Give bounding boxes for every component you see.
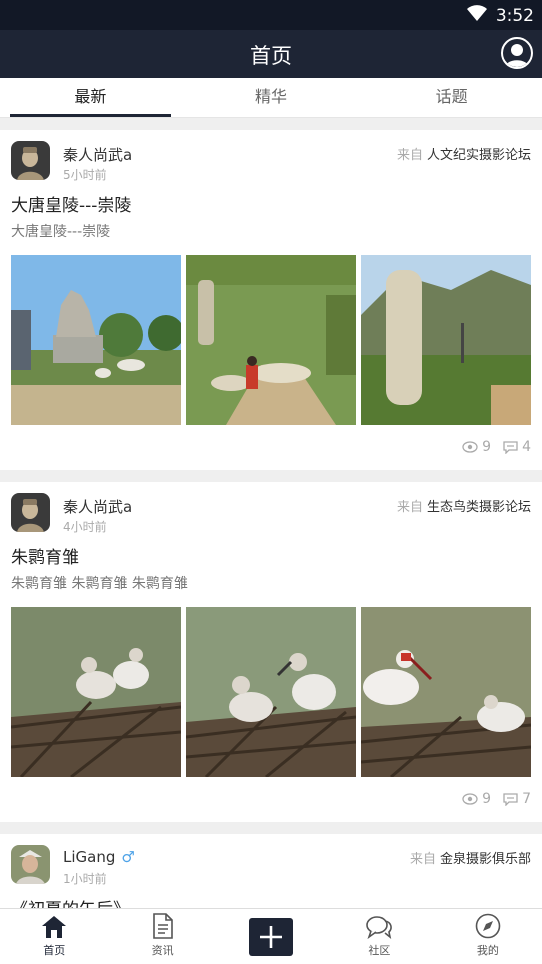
post-title[interactable]: 朱鹮育雏 — [11, 543, 79, 568]
comment-count: 7 — [522, 791, 531, 807]
app-header: 首页 — [0, 30, 542, 78]
status-indicators: 3:52 — [466, 4, 534, 27]
author-name[interactable]: LiGang ♂ — [63, 848, 135, 866]
comment-icon — [503, 792, 518, 806]
user-icon — [505, 44, 529, 67]
nav-community[interactable]: 社区 — [325, 909, 433, 964]
post-photo[interactable] — [11, 607, 181, 777]
nav-label: 社区 — [368, 944, 391, 957]
clock-time: 3:52 — [495, 5, 534, 26]
nav-home[interactable]: 首页 — [0, 909, 108, 964]
eye-icon — [462, 793, 478, 805]
post-time: 1小时前 — [63, 872, 107, 886]
home-icon — [0, 909, 108, 939]
source-prefix: 来自 — [409, 852, 436, 867]
post-card[interactable]: 秦人尚武a 4小时前 来自 生态鸟类摄影论坛 朱鹮育雏 朱鹮育雏 朱鹮育雏 朱鹮育… — [0, 482, 542, 822]
post-summary: 朱鹮育雏 朱鹮育雏 朱鹮育雏 — [11, 576, 188, 592]
post-summary: 大唐皇陵---崇陵 — [11, 224, 111, 240]
nav-me[interactable]: 我的 — [434, 909, 542, 964]
post-photo[interactable] — [11, 255, 181, 425]
post-photo[interactable] — [361, 255, 531, 425]
source-forum[interactable]: 金泉摄影俱乐部 — [440, 852, 531, 867]
chat-bubbles-icon — [325, 909, 433, 939]
post-time: 5小时前 — [63, 168, 107, 182]
avatar[interactable] — [11, 845, 50, 884]
compose-button[interactable] — [249, 918, 294, 956]
post-photo[interactable] — [186, 255, 356, 425]
source-prefix: 来自 — [396, 148, 423, 163]
view-count: 9 — [482, 439, 492, 455]
post-photo[interactable] — [361, 607, 531, 777]
post-photo[interactable] — [186, 607, 356, 777]
tab-latest[interactable]: 最新 — [0, 78, 181, 117]
comment-count: 4 — [522, 439, 531, 455]
male-icon: ♂ — [121, 848, 135, 866]
wifi-icon — [466, 4, 488, 27]
author-name[interactable]: 秦人尚武a — [63, 496, 132, 517]
nav-label: 资讯 — [151, 944, 174, 957]
compass-icon — [434, 909, 542, 939]
nav-label: 我的 — [476, 944, 499, 957]
comment-icon — [503, 440, 518, 454]
document-icon — [108, 909, 216, 939]
page-title: 首页 — [250, 44, 292, 68]
tab-topics[interactable]: 话题 — [361, 78, 542, 117]
post-title[interactable]: 大唐皇陵---崇陵 — [11, 191, 131, 216]
post-source[interactable]: 来自 生态鸟类摄影论坛 — [397, 496, 531, 515]
author-name[interactable]: 秦人尚武a — [63, 144, 132, 165]
eye-icon — [462, 441, 478, 453]
post-source[interactable]: 来自 金泉摄影俱乐部 — [410, 848, 531, 867]
view-count: 9 — [482, 791, 492, 807]
post-stats: 9 7 — [462, 791, 531, 807]
feed-tabs: 最新 精华 话题 — [0, 78, 542, 118]
nav-label: 首页 — [43, 944, 66, 957]
post-source[interactable]: 来自 人文纪实摄影论坛 — [397, 144, 531, 163]
author-name-text[interactable]: LiGang — [63, 848, 115, 866]
photo-grid — [11, 255, 531, 425]
bottom-nav: 首页 资讯 社区 我的 — [0, 908, 542, 964]
post-card[interactable]: 秦人尚武a 5小时前 来自 人文纪实摄影论坛 大唐皇陵---崇陵 大唐皇陵---崇… — [0, 130, 542, 470]
plus-icon — [260, 926, 283, 948]
avatar[interactable] — [11, 493, 50, 532]
status-bar: 3:52 — [0, 0, 542, 30]
source-forum[interactable]: 生态鸟类摄影论坛 — [427, 500, 531, 515]
source-prefix: 来自 — [396, 500, 423, 515]
post-stats: 9 4 — [462, 439, 531, 455]
nav-news[interactable]: 资讯 — [108, 909, 216, 964]
post-time: 4小时前 — [63, 520, 107, 534]
post-feed: 秦人尚武a 5小时前 来自 人文纪实摄影论坛 大唐皇陵---崇陵 大唐皇陵---崇… — [0, 130, 542, 936]
tab-featured[interactable]: 精华 — [181, 78, 362, 117]
source-forum[interactable]: 人文纪实摄影论坛 — [427, 148, 531, 163]
photo-grid — [11, 607, 531, 777]
avatar[interactable] — [11, 141, 50, 180]
nav-compose[interactable] — [217, 909, 325, 964]
profile-avatar-button[interactable] — [501, 37, 533, 69]
